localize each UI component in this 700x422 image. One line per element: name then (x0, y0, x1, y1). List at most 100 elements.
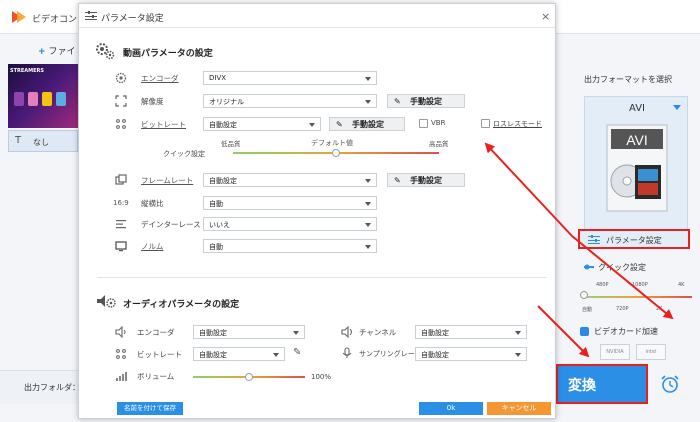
chevron-down-icon (273, 353, 279, 357)
resolution-manual-button[interactable]: ✎ 手動設定 (387, 94, 465, 108)
save-as-button[interactable]: 名前を付けて保存 (117, 402, 183, 415)
parameter-settings-dialog: パラメータ設定 × 動画パラメータの設定 エンコーダ DIVX 解像度 オリジナ… (78, 3, 556, 419)
speaker-icon (115, 326, 126, 338)
resolution-label: 解像度 (141, 97, 164, 106)
subtitle-icon: T (15, 135, 22, 146)
norm-select[interactable]: 自動 (203, 239, 377, 253)
cancel-button[interactable]: キャンセル (487, 402, 551, 415)
vbr-label: VBR (431, 119, 446, 127)
close-icon[interactable]: × (541, 10, 550, 23)
volume-knob[interactable] (245, 373, 253, 381)
channel-icon (341, 326, 352, 338)
avi-file-icon: AVI (606, 124, 668, 212)
audio-settings-icon (97, 295, 116, 308)
monitor-icon (115, 241, 127, 252)
gears-icon (96, 43, 115, 60)
resolution-label: 1080P (632, 282, 648, 288)
resolution-label: 自動 (582, 307, 593, 313)
select-value: 自動設定 (199, 329, 227, 337)
select-value: DIVX (209, 74, 227, 82)
select-value: 自動設定 (199, 351, 227, 359)
quick-setting-label: クイック設定 (598, 263, 646, 272)
intel-badge: intel (636, 344, 666, 360)
dialog-titlebar: パラメータ設定 × (79, 4, 555, 28)
chevron-down-icon (365, 77, 371, 81)
resolution-label: 2K (656, 306, 663, 312)
gpu-acceleration-toggle[interactable]: ビデオカード加速 (580, 326, 658, 337)
microphone-icon (342, 347, 352, 358)
encoder-icon (115, 72, 127, 84)
resolution-icon (115, 95, 127, 107)
pencil-icon[interactable]: ✎ (293, 347, 305, 359)
format-selector[interactable]: AVI AVI (584, 96, 688, 232)
quick-setting-icon (584, 264, 594, 270)
deinterlace-label: デインターレース (141, 220, 201, 229)
default-value-label: デフォルト値 (311, 139, 353, 147)
deinterlace-select[interactable]: いいえ (203, 217, 377, 231)
app-logo-icon (12, 11, 26, 23)
pencil-icon: ✎ (394, 97, 401, 106)
nvidia-badge: NVIDIA (600, 344, 630, 360)
video-encoder-select[interactable]: DIVX (203, 71, 377, 85)
chevron-down-icon (515, 331, 521, 335)
parameter-settings-label: パラメータ設定 (606, 236, 662, 245)
sample-rate-label: サンプリングレート (359, 350, 422, 358)
video-encoder-label: エンコーダ (141, 74, 179, 83)
bitrate-icon (116, 119, 126, 129)
alarm-clock-icon[interactable] (660, 374, 680, 394)
subtitle-select[interactable]: T なし (8, 130, 78, 152)
frame-rate-manual-button[interactable]: ✎ 手動設定 (387, 173, 465, 187)
dialog-footer: 名前を付けて保存 0k キャンセル (79, 400, 555, 418)
aspect-ratio-label: 縦横比 (141, 199, 164, 208)
audio-bitrate-select[interactable]: 自動設定 (193, 347, 285, 361)
convert-button[interactable]: 変換 (556, 364, 648, 404)
bitrate-manual-button[interactable]: ✎ 手動設定 (329, 117, 405, 131)
video-section-title: 動画パラメータの設定 (123, 49, 213, 59)
chevron-down-icon (365, 179, 371, 183)
high-quality-label: 高品質 (429, 140, 449, 148)
add-file-button[interactable]: + ファイ (38, 44, 76, 57)
quick-setting-slider[interactable] (582, 296, 692, 298)
select-value: 自動 (209, 243, 223, 251)
sample-rate-select[interactable]: 自動設定 (415, 347, 527, 361)
norm-label: ノルム (141, 242, 164, 251)
vbr-checkbox[interactable] (419, 119, 428, 128)
ok-button[interactable]: 0k (419, 402, 483, 415)
thumb-figure (28, 92, 38, 106)
video-bitrate-select[interactable]: 自動設定 (203, 117, 321, 131)
manual-setting-label: 手動設定 (352, 120, 384, 129)
sliders-icon (85, 11, 97, 20)
aspect-ratio-select[interactable]: 自動 (203, 196, 377, 210)
resolution-label: 720P (616, 306, 629, 312)
lossless-mode-checkbox[interactable] (481, 119, 490, 128)
section-divider (97, 277, 547, 278)
audio-encoder-select[interactable]: 自動設定 (193, 325, 305, 339)
audio-encoder-label: エンコーダ (137, 328, 175, 337)
quick-setting-knob[interactable] (580, 291, 588, 299)
thumb-figure (14, 92, 24, 106)
subtitle-value: なし (33, 138, 49, 147)
resolution-label: 480P (596, 282, 609, 288)
channel-label: チャンネル (359, 328, 397, 337)
checkbox-checked-icon[interactable] (580, 327, 589, 336)
svg-text:16:9: 16:9 (113, 199, 129, 207)
chevron-down-icon (515, 353, 521, 357)
chevron-down-icon (365, 202, 371, 206)
dropdown-arrow-icon[interactable] (673, 105, 681, 110)
output-folder-label: 出力フォルダ： (24, 383, 80, 392)
volume-value: 100% (311, 373, 332, 381)
audio-section-title: オーディオパラメータの設定 (123, 300, 240, 310)
channel-select[interactable]: 自動設定 (415, 325, 527, 339)
chevron-down-icon (365, 223, 371, 227)
select-value: 自動設定 (421, 329, 449, 337)
manual-setting-label: 手動設定 (410, 97, 442, 106)
frame-rate-select[interactable]: 自動設定 (203, 173, 377, 187)
parameter-settings-button[interactable]: パラメータ設定 (578, 229, 690, 249)
add-file-label: ファイ (48, 47, 76, 57)
resolution-label: 4K (678, 282, 685, 288)
video-quality-knob[interactable] (332, 149, 340, 157)
volume-icon (116, 372, 127, 381)
resolution-select[interactable]: オリジナル (203, 94, 377, 108)
aspect-ratio-icon: 16:9 (113, 199, 129, 207)
video-bitrate-label: ビットレート (141, 120, 186, 129)
